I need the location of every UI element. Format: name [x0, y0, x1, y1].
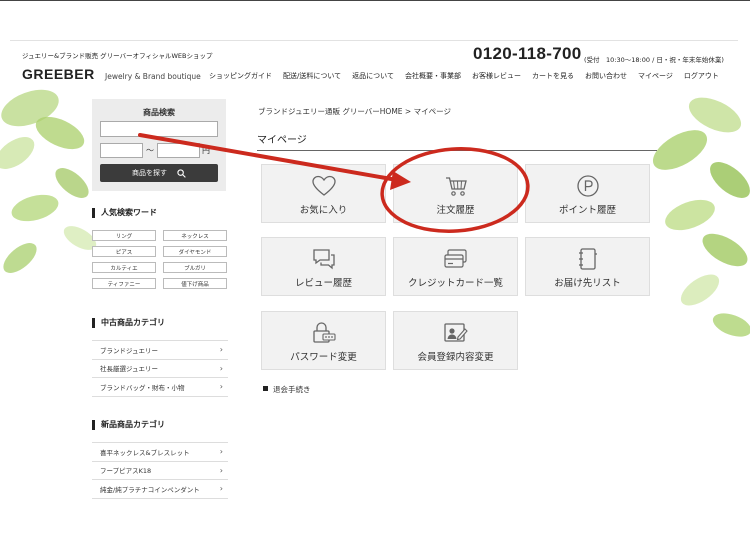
nav-shopping-guide[interactable]: ショッピングガイド — [209, 71, 272, 81]
password-change-tile[interactable]: パスワード変更 — [261, 311, 386, 370]
popular-keywords-title: 人気検索ワード — [92, 208, 157, 218]
favorites-tile[interactable]: お気に入り — [261, 164, 386, 223]
withdraw-link[interactable]: 退会手続き — [263, 384, 311, 395]
page-title: マイページ — [257, 131, 657, 151]
credit-cards-tile[interactable]: クレジットカード一覧 — [393, 237, 518, 296]
tile-label: レビュー履歴 — [294, 278, 352, 289]
search-title: 商品検索 — [143, 108, 175, 117]
keyword-tag[interactable]: リング — [92, 230, 156, 241]
price-min-input[interactable] — [100, 143, 143, 158]
category-item[interactable]: ブランドジュエリー › — [92, 341, 228, 360]
nav-mypage[interactable]: マイページ — [638, 71, 673, 81]
delivery-address-tile[interactable]: お届け先リスト — [525, 237, 650, 296]
category-label: フープピアスK18 — [100, 467, 152, 476]
cart-icon — [445, 177, 467, 196]
profile-edit-icon — [443, 323, 468, 342]
nav-shipping[interactable]: 配送/送料について — [283, 71, 341, 81]
yen-label: 円 — [202, 146, 210, 155]
search-input[interactable] — [100, 121, 218, 137]
lock-icon — [312, 322, 336, 343]
address-book-icon — [578, 248, 597, 270]
keyword-tag[interactable]: ブルガリ — [163, 262, 227, 273]
category-item[interactable]: 社長厳選ジュエリー › — [92, 360, 228, 378]
category-label: 純金/純プラチナコインペンダント — [100, 485, 200, 494]
point-history-tile[interactable]: ポイント履歴 — [525, 164, 650, 223]
category-item[interactable]: 喜平ネックレス&ブレスレット › — [92, 443, 228, 462]
tile-label: お気に入り — [299, 205, 348, 216]
breadcrumb[interactable]: ブランドジュエリー通販 グリーバーHOME > マイページ — [258, 106, 451, 117]
used-categories-list: ブランドジュエリー › 社長厳選ジュエリー › ブランドバッグ・財布・小物 › — [92, 340, 228, 397]
keyword-tag[interactable]: ピアス — [92, 246, 156, 257]
chevron-right-icon: › — [219, 465, 223, 475]
tile-label: 注文履歴 — [436, 205, 475, 216]
keyword-tag[interactable]: ネックレス — [163, 230, 227, 241]
search-icon — [177, 168, 186, 178]
chevron-right-icon: › — [219, 345, 223, 355]
category-item[interactable]: フープピアスK18 › — [92, 462, 228, 480]
header-tagline: ジュエリー&ブランド販売 グリーバーオフィシャルWEBショップ — [22, 52, 213, 60]
nav-logout[interactable]: ログアウト — [684, 71, 719, 81]
category-label: 喜平ネックレス&ブレスレット — [100, 448, 190, 457]
tile-label: パスワード変更 — [290, 352, 357, 363]
tile-label: クレジットカード一覧 — [407, 278, 503, 289]
order-history-tile[interactable]: 注文履歴 — [393, 164, 518, 223]
heart-icon — [311, 175, 336, 196]
search-button[interactable]: 商品を探す — [100, 164, 218, 182]
square-bullet-icon — [263, 386, 268, 391]
business-hours: (受付 10:30〜18:00 / 日・祝・年末年始休業) — [584, 56, 724, 64]
top-border — [0, 0, 750, 1]
search-button-label: 商品を探す — [132, 169, 167, 177]
speech-bubbles-icon — [312, 249, 335, 270]
chevron-right-icon: › — [219, 363, 223, 373]
price-max-input[interactable] — [157, 143, 200, 158]
nav-reviews[interactable]: お客様レビュー — [472, 71, 521, 81]
price-range-separator: 〜 — [146, 146, 154, 155]
new-categories-list: 喜平ネックレス&ブレスレット › フープピアスK18 › 純金/純プラチナコインペン… — [92, 442, 228, 499]
category-label: 社長厳選ジュエリー — [100, 365, 159, 374]
nav-cart[interactable]: カートを見る — [532, 71, 574, 81]
category-item[interactable]: ブランドバッグ・財布・小物 › — [92, 378, 228, 397]
category-label: ブランドジュエリー — [100, 346, 159, 355]
nav-returns[interactable]: 返品について — [352, 71, 394, 81]
category-item[interactable]: 純金/純プラチナコインペンダント › — [92, 480, 228, 499]
popular-keywords: リング ネックレス ピアス ダイヤモンド カルティエ ブルガリ ティファニー 値… — [92, 230, 228, 289]
site-logo[interactable]: GREEBER — [22, 66, 95, 82]
point-icon — [576, 175, 599, 197]
phone-number[interactable]: 0120-118-700 — [473, 44, 582, 64]
review-history-tile[interactable]: レビュー履歴 — [261, 237, 386, 296]
global-nav: ショッピングガイド 配送/送料について 返品について 会社概要・事業部 お客様レ… — [209, 71, 730, 81]
nav-company[interactable]: 会社概要・事業部 — [405, 71, 461, 81]
site-header: ジュエリー&ブランド販売 グリーバーオフィシャルWEBショップ 0120-118… — [10, 40, 738, 90]
nav-contact[interactable]: お問い合わせ — [585, 71, 627, 81]
keyword-tag[interactable]: ティファニー — [92, 278, 156, 289]
category-label: ブランドバッグ・財布・小物 — [100, 383, 185, 392]
product-search-panel: 商品検索 〜 円 商品を探す — [92, 99, 226, 191]
new-categories-title: 新品商品カテゴリ — [92, 420, 165, 430]
member-info-edit-tile[interactable]: 会員登録内容変更 — [393, 311, 518, 370]
chevron-right-icon: › — [219, 382, 223, 392]
keyword-tag[interactable]: カルティエ — [92, 262, 156, 273]
chevron-right-icon: › — [219, 447, 223, 457]
tile-label: 会員登録内容変更 — [417, 352, 494, 363]
withdraw-label: 退会手続き — [273, 385, 311, 394]
chevron-right-icon: › — [219, 484, 223, 494]
used-categories-title: 中古商品カテゴリ — [92, 318, 165, 328]
tile-label: お届け先リスト — [554, 278, 621, 289]
credit-card-icon — [443, 249, 467, 268]
tile-label: ポイント履歴 — [558, 205, 616, 216]
keyword-tag[interactable]: ダイヤモンド — [163, 246, 227, 257]
logo-subtitle: Jewelry & Brand boutique — [105, 72, 201, 81]
keyword-tag[interactable]: 値下げ商品 — [163, 278, 227, 289]
